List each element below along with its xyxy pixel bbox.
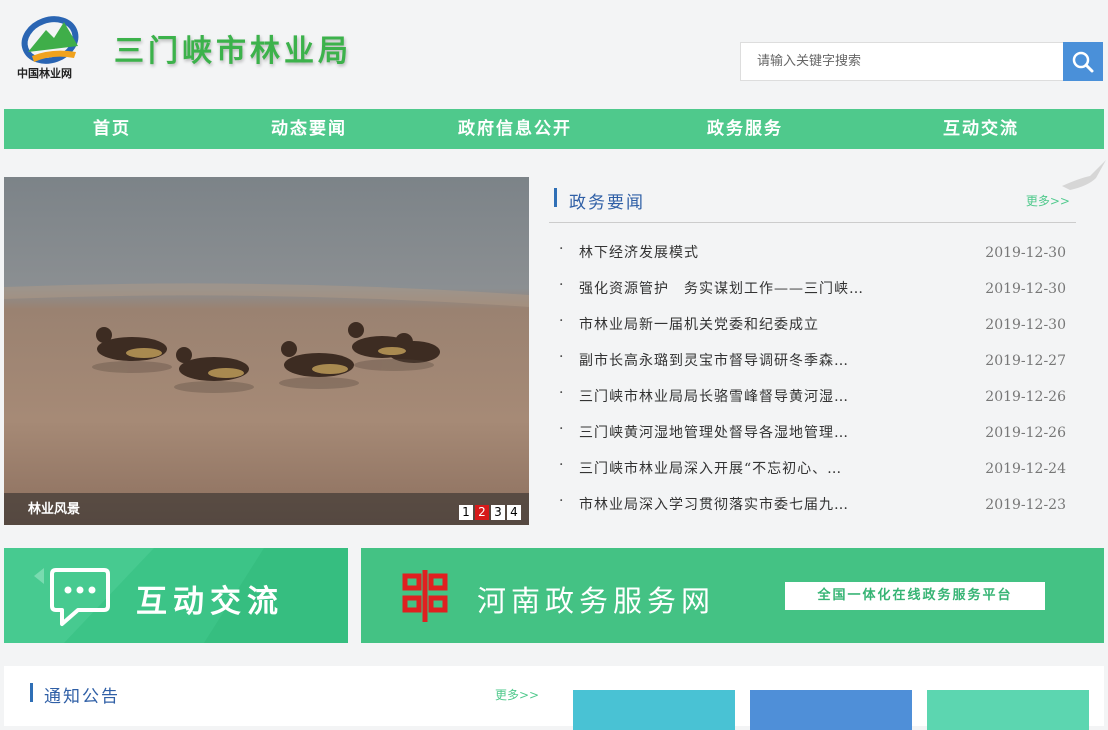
nav-item-news[interactable]: 动态要闻 <box>220 109 398 149</box>
news-list: · 林下经济发展模式 2019-12-30 · 强化资源管护 务实谋划工作——三门峡…… <box>549 235 1076 523</box>
quick-link-tile[interactable] <box>927 690 1089 730</box>
nav-item-home[interactable]: 首页 <box>4 109 220 149</box>
notice-section: 通知公告 更多>> <box>4 666 1104 730</box>
search-button[interactable] <box>1063 42 1103 81</box>
henan-service-title: 河南政务服务网 <box>477 584 716 618</box>
interaction-banner-title: 互动交流 <box>136 584 284 620</box>
news-item[interactable]: · 市林业局深入学习贯彻落实市委七届九… 2019-12-23 <box>549 487 1076 523</box>
section-marker <box>30 683 33 702</box>
news-item[interactable]: · 三门峡市林业局局长骆雪峰督导黄河湿… 2019-12-26 <box>549 379 1076 415</box>
main-nav: 首页 动态要闻 政府信息公开 政务服务 互动交流 <box>4 109 1104 149</box>
logo-icon <box>21 16 79 64</box>
slide-caption-bar <box>4 493 529 525</box>
notice-more-link[interactable]: 更多>> <box>495 686 539 703</box>
bullet-icon: · <box>559 493 564 509</box>
bullet-icon: · <box>559 313 564 329</box>
henan-service-banner[interactable]: 河南政务服务网 全国一体化在线政务服务平台 <box>361 548 1104 643</box>
news-item[interactable]: · 三门峡市林业局深入开展“不忘初心、… 2019-12-24 <box>549 451 1076 487</box>
news-header: 政务要闻 更多>> <box>549 180 1076 223</box>
search-input[interactable] <box>740 42 1063 81</box>
search-box <box>740 42 1103 81</box>
henan-service-logo-icon <box>402 570 448 622</box>
quick-link-tile[interactable] <box>750 690 912 730</box>
news-title: 政务要闻 <box>569 193 645 213</box>
slide-dot-3[interactable]: 3 <box>491 505 505 520</box>
bullet-icon: · <box>559 277 564 293</box>
interaction-banner[interactable]: 互动交流 <box>4 548 348 643</box>
slide-caption: 林业风景 <box>28 502 81 517</box>
quick-link-tile[interactable] <box>573 690 735 730</box>
news-more-link[interactable]: 更多>> <box>1026 192 1070 209</box>
nav-item-interaction[interactable]: 互动交流 <box>858 109 1104 149</box>
image-slider[interactable]: 林业风景 1 2 3 4 <box>4 177 529 525</box>
bullet-icon: · <box>559 421 564 437</box>
slide-image-ducks <box>4 177 529 525</box>
site-header: 中国林业网 三门峡市林业局 <box>0 0 1108 108</box>
bullet-icon: · <box>559 385 564 401</box>
logo-caption: 中国林业网 <box>17 67 72 80</box>
bullet-icon: · <box>559 349 564 365</box>
slide-pagination: 1 2 3 4 <box>459 505 521 520</box>
slide-dot-4[interactable]: 4 <box>507 505 521 520</box>
chat-bubble-icon <box>50 568 110 626</box>
news-item[interactable]: · 市林业局新一届机关党委和纪委成立 2019-12-30 <box>549 307 1076 343</box>
news-item[interactable]: · 副市长高永璐到灵宝市督导调研冬季森… 2019-12-27 <box>549 343 1076 379</box>
news-panel: 政务要闻 更多>> · 林下经济发展模式 2019-12-30 · 强化资源管护 务实… <box>549 180 1076 525</box>
news-item[interactable]: · 强化资源管护 务实谋划工作——三门峡… 2019-12-30 <box>549 271 1076 307</box>
news-item[interactable]: · 林下经济发展模式 2019-12-30 <box>549 235 1076 271</box>
news-item[interactable]: · 三门峡黄河湿地管理处督导各湿地管理… 2019-12-26 <box>549 415 1076 451</box>
bullet-icon: · <box>559 457 564 473</box>
henan-service-tagline: 全国一体化在线政务服务平台 <box>785 582 1045 610</box>
search-icon <box>1072 51 1094 72</box>
slide-dot-1[interactable]: 1 <box>459 505 473 520</box>
section-marker <box>554 188 557 207</box>
nav-item-services[interactable]: 政务服务 <box>632 109 858 149</box>
slide-dot-2[interactable]: 2 <box>475 505 489 520</box>
nav-item-gov-info[interactable]: 政府信息公开 <box>398 109 632 149</box>
site-title: 三门峡市林业局 <box>114 34 352 69</box>
notice-title: 通知公告 <box>44 687 120 707</box>
bullet-icon: · <box>559 241 564 257</box>
